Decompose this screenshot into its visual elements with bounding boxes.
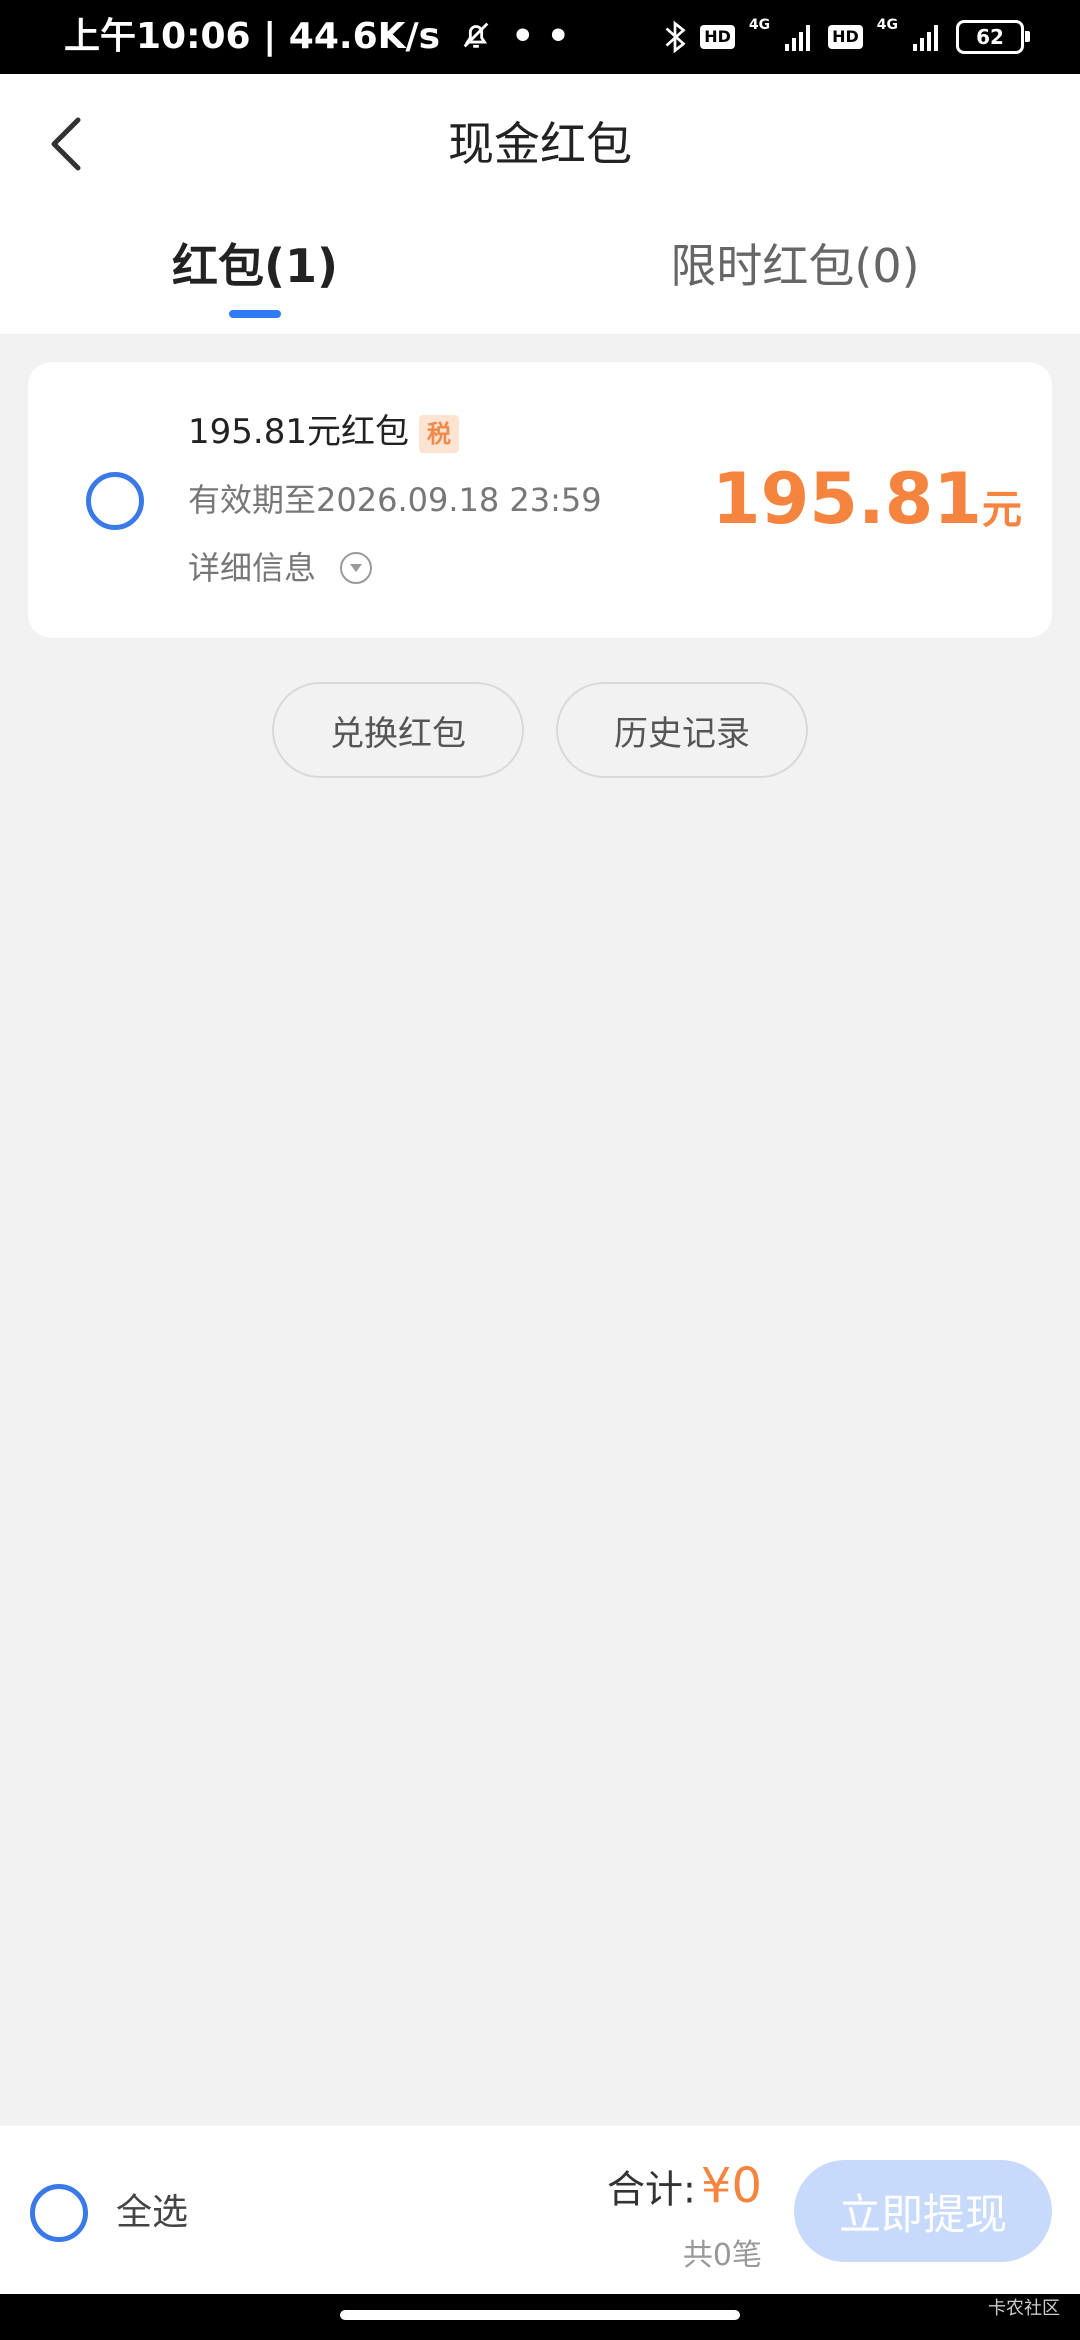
tab-label: 红包(1) [171, 239, 339, 293]
packet-name-text: 195.81元红包 [188, 412, 409, 452]
battery-icon: 62 [956, 20, 1030, 54]
item-count: 共0笔 [682, 2238, 762, 2273]
tab-active-indicator [229, 310, 281, 318]
system-nav-bar: 卡农社区 [0, 2294, 1080, 2340]
watermark: 卡农社区 [988, 2298, 1060, 2319]
tax-badge: 税 [418, 414, 459, 453]
select-all-label[interactable]: 全选 [116, 2186, 188, 2240]
bluetooth-icon [665, 20, 686, 54]
status-bar: 上午10:06 | 44.6K/s • • HD 4G HD 4G 62 [0, 0, 1080, 74]
detail-label: 详细信息 [188, 549, 317, 587]
status-icons: HD 4G HD 4G 62 [664, 14, 1030, 60]
network-type: 4G [748, 17, 771, 33]
total-label: 合计: [607, 2167, 696, 2212]
total-value: ¥0 [700, 2158, 762, 2214]
packet-detail-toggle[interactable]: 详细信息 [188, 542, 373, 594]
redeem-button[interactable]: 兑换红包 [272, 682, 524, 778]
red-packet-card[interactable]: 195.81元红包税 有效期至2026.09.18 23:59 详细信息 195… [28, 362, 1052, 638]
amount-unit: 元 [982, 487, 1022, 533]
hd-badge: HD [828, 25, 863, 49]
signal-icon [913, 25, 938, 51]
packet-name: 195.81元红包税 [188, 406, 459, 458]
total-amount: 合计: ¥0 [607, 2158, 762, 2214]
tab-label: 限时红包(0) [670, 239, 920, 293]
signal-icon [785, 25, 811, 51]
amount-value: 195.81 [711, 458, 982, 540]
expand-down-icon[interactable] [340, 552, 373, 584]
network-type: 4G [876, 17, 898, 33]
history-button[interactable]: 历史记录 [556, 682, 808, 778]
status-time: 上午10:06 | 44.6K/s • • [64, 10, 570, 64]
footer-bar: 全选 合计: ¥0 共0笔 立即提现 [0, 2126, 1080, 2294]
home-indicator[interactable] [340, 2310, 740, 2320]
packet-amount: 195.81元 [712, 454, 1022, 544]
packet-select-radio[interactable] [86, 472, 144, 530]
status-dots: • • [511, 16, 570, 57]
tab-red-packet[interactable]: 红包(1) [130, 226, 380, 318]
tab-limited-red-packet[interactable]: 限时红包(0) [640, 226, 950, 316]
hd-badge: HD [700, 25, 735, 49]
status-time-text: 上午10:06 | 44.6K/s [64, 16, 441, 57]
withdraw-button[interactable]: 立即提现 [794, 2160, 1052, 2262]
header: 现金红包 红包(1) 限时红包(0) [0, 74, 1080, 334]
battery-level: 62 [976, 25, 1004, 49]
packet-expiry: 有效期至2026.09.18 23:59 [188, 481, 602, 519]
bell-off-icon [463, 22, 488, 48]
page-title: 现金红包 [448, 117, 632, 171]
select-all-radio[interactable] [30, 2184, 88, 2242]
